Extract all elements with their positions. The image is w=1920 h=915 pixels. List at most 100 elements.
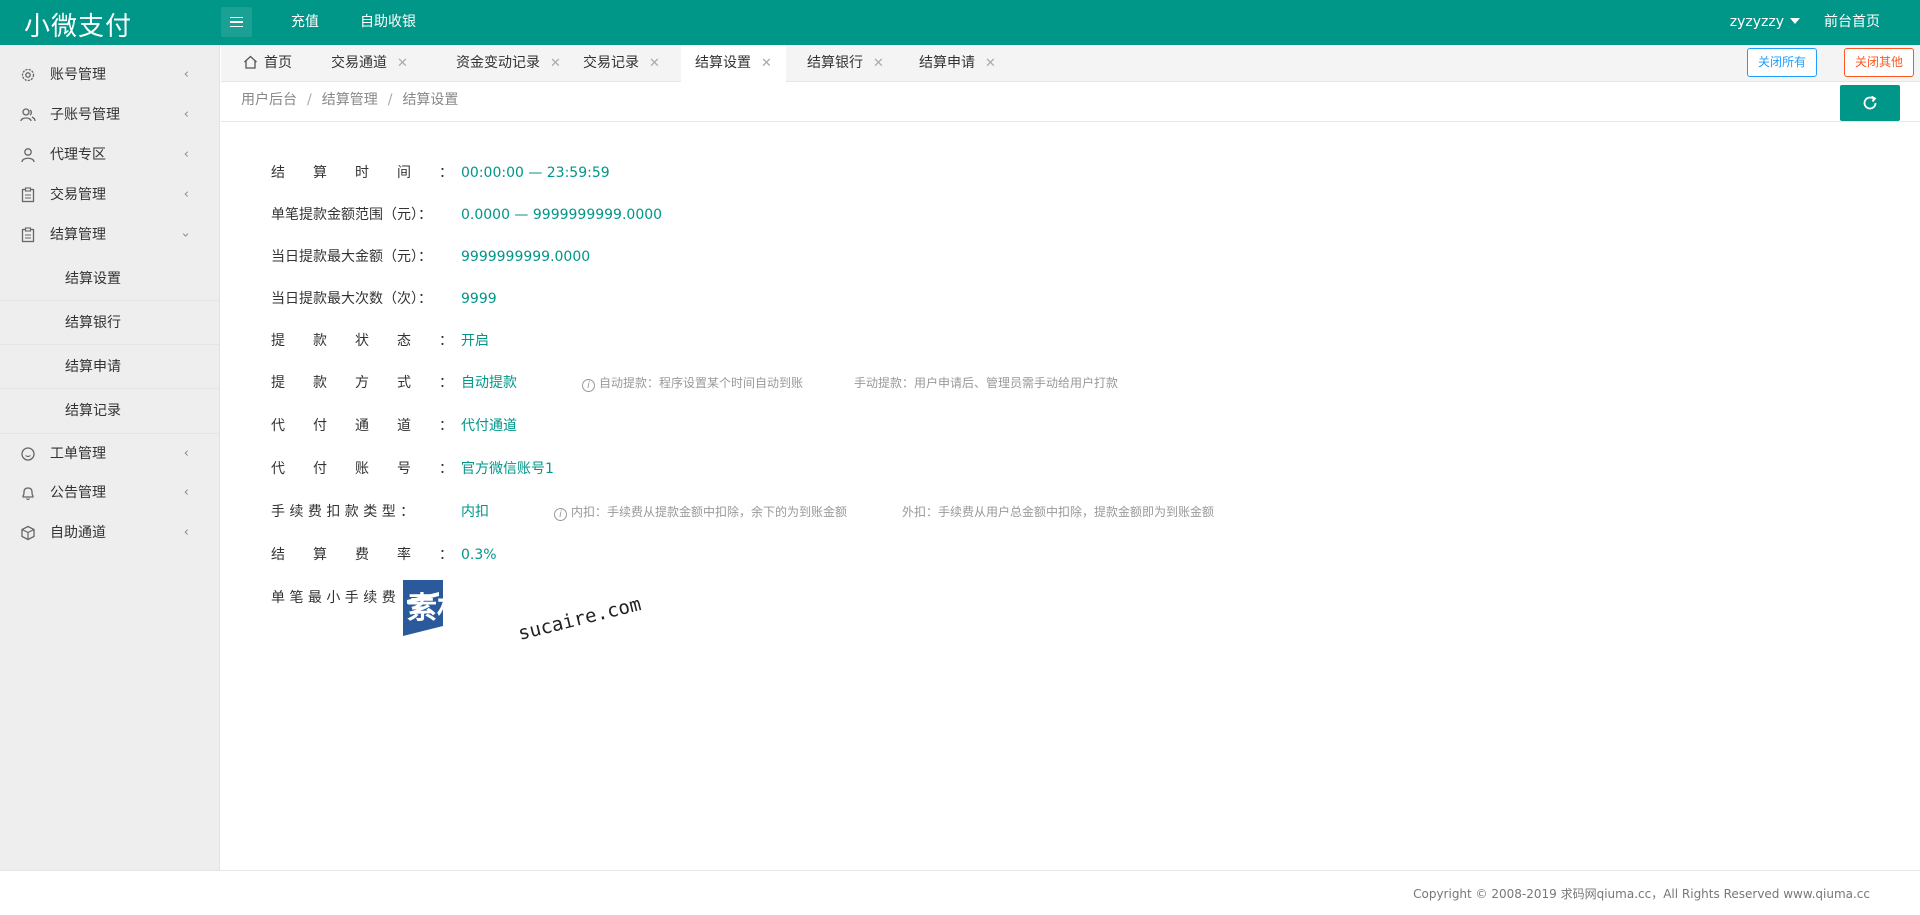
- bell-icon: [22, 487, 34, 501]
- row-fee-type: 手 续 费 扣 款 类 型 ： 内扣: [271, 502, 489, 522]
- close-icon[interactable]: ✕: [985, 56, 996, 71]
- field-label: 结 算 时 间 ：: [271, 165, 453, 181]
- users-icon: [20, 108, 36, 122]
- tab-trade-records[interactable]: 交易记录 ✕: [569, 45, 674, 82]
- hint-outer-fee: 外扣：手续费从用户总金额中扣除，提款金额即为到账金额: [902, 505, 1215, 519]
- row-daily-max-amount: 当日提款最大金额（元）： 9999999999.0000: [271, 247, 590, 267]
- tab-home[interactable]: 首页: [229, 45, 306, 82]
- close-icon[interactable]: ✕: [550, 56, 561, 71]
- chevron-left-icon: ‹: [183, 67, 189, 82]
- sidebar-subitem-apply[interactable]: 结算申请: [0, 345, 219, 389]
- copyright-text: Copyright © 2008-2019 求码网qiuma.cc，All Ri…: [1413, 887, 1870, 901]
- field-value: 9999999999.0000: [461, 249, 591, 265]
- home-icon: [244, 55, 257, 69]
- user-icon: [21, 148, 35, 163]
- settlement-submenu: 结算设置 结算银行 结算申请 结算记录: [0, 255, 219, 433]
- sidebar-item-agent[interactable]: 代理专区 ‹: [0, 135, 219, 175]
- hint-inner-fee: i 内扣：手续费从提款金额中扣除，余下的为到账金额: [554, 502, 847, 522]
- row-settle-rate: 结 算 费 率 ： 0.3%: [271, 545, 497, 565]
- row-settle-time: 结 算 时 间 ： 00:00:00 — 23:59:59: [271, 163, 610, 183]
- app-logo[interactable]: 小微支付: [24, 6, 132, 43]
- tabs-bar: 首页 交易通道 ✕ 资金变动记录 ✕ 交易记录 ✕ 结算设置 ✕ 结算银行 ✕ 结算申请 ✕…: [221, 45, 1920, 82]
- row-payout-channel: 代 付 通 道 ： 代付通道: [271, 416, 517, 436]
- tab-label: 交易通道: [331, 55, 387, 71]
- chevron-left-icon: ‹: [183, 525, 189, 540]
- field-label: 代 付 账 号 ：: [271, 461, 453, 477]
- breadcrumb-item[interactable]: 结算管理: [322, 92, 378, 108]
- sidebar: 账号管理 ‹ 子账号管理 ‹ 代理专区 ‹ 交易管理 ‹ 结算管理 ‹ 结算设置…: [0, 45, 220, 870]
- field-value: 9999: [461, 291, 497, 307]
- field-value: 官方微信账号1: [461, 461, 554, 477]
- close-icon[interactable]: ✕: [649, 56, 660, 71]
- row-daily-max-count: 当日提款最大次数（次）： 9999: [271, 289, 497, 309]
- sidebar-subitem-bank[interactable]: 结算银行: [0, 301, 219, 345]
- sidebar-item-label: 工单管理: [50, 446, 106, 462]
- svg-text:素材熱: 素材熱: [407, 591, 497, 626]
- username: zyzyzzy: [1729, 14, 1784, 30]
- settlement-settings-panel: 结 算 时 间 ： 00:00:00 — 23:59:59 单笔提款金额范围（元）…: [221, 123, 1920, 870]
- field-label: 提 款 方 式 ：: [271, 375, 453, 391]
- sidebar-subitem-settings[interactable]: 结算设置: [0, 257, 219, 301]
- user-menu[interactable]: zyzyzzy: [1730, 0, 1800, 45]
- sidebar-item-label: 结算管理: [50, 227, 106, 243]
- sidebar-item-trade[interactable]: 交易管理 ‹: [0, 175, 219, 215]
- close-all-button[interactable]: 关闭所有: [1746, 48, 1817, 77]
- tab-settlement-settings[interactable]: 结算设置 ✕: [681, 45, 786, 82]
- clipboard-icon: [21, 187, 35, 203]
- close-other-button[interactable]: 关闭其他: [1843, 48, 1914, 77]
- refresh-button[interactable]: [1840, 85, 1900, 121]
- field-value: 代付通道: [461, 418, 517, 434]
- row-withdraw-method: 提 款 方 式 ： 自动提款: [271, 373, 517, 393]
- chat-icon: [21, 447, 35, 461]
- breadcrumb-item[interactable]: 用户后台: [241, 92, 297, 108]
- breadcrumb-item: 结算设置: [402, 92, 459, 108]
- tab-settlement-bank[interactable]: 结算银行 ✕: [793, 45, 898, 82]
- tab-label: 结算银行: [807, 55, 863, 71]
- row-payout-account: 代 付 账 号 ： 官方微信账号1: [271, 459, 554, 479]
- breadcrumb: 用户后台 / 结算管理 / 结算设置: [241, 92, 459, 108]
- tab-label: 结算设置: [695, 55, 751, 71]
- menu-toggle-button[interactable]: [221, 7, 252, 37]
- row-withdraw-status: 提 款 状 态 ： 开启: [271, 331, 489, 351]
- tab-settlement-apply[interactable]: 结算申请 ✕: [905, 45, 1010, 82]
- sidebar-item-label: 子账号管理: [50, 107, 120, 123]
- sidebar-item-ticket[interactable]: 工单管理 ‹: [0, 433, 219, 473]
- footer: Copyright © 2008-2019 求码网qiuma.cc，All Ri…: [0, 870, 1920, 915]
- chevron-left-icon: ‹: [183, 446, 189, 461]
- nav-self-cashier[interactable]: 自助收银: [360, 0, 416, 45]
- tab-fund-changes[interactable]: 资金变动记录 ✕: [442, 45, 575, 82]
- close-icon[interactable]: ✕: [397, 56, 408, 71]
- top-header: 小微支付 充值 自助收银 zyzyzzy 前台首页: [0, 0, 1920, 45]
- sidebar-item-subaccount[interactable]: 子账号管理 ‹: [0, 95, 219, 135]
- sidebar-item-label: 公告管理: [50, 485, 106, 501]
- field-value: 自动提款: [461, 375, 517, 391]
- breadcrumb-bar: 用户后台 / 结算管理 / 结算设置: [221, 82, 1920, 122]
- field-label: 结 算 费 率 ：: [271, 547, 453, 563]
- svg-text:sucaire.com: sucaire.com: [516, 593, 643, 642]
- sidebar-item-account[interactable]: 账号管理 ‹: [0, 55, 219, 95]
- caret-down-icon: [1790, 18, 1800, 24]
- nav-recharge[interactable]: 充值: [291, 0, 319, 45]
- info-icon: i: [582, 379, 595, 392]
- info-icon: i: [554, 508, 567, 521]
- tab-label: 资金变动记录: [456, 55, 540, 71]
- field-label: 当日提款最大次数（次）：: [271, 291, 432, 307]
- close-icon[interactable]: ✕: [873, 56, 884, 71]
- front-home-link[interactable]: 前台首页: [1824, 0, 1880, 45]
- chevron-left-icon: ‹: [183, 485, 189, 500]
- box-icon: [21, 525, 35, 541]
- field-value: 0.3%: [461, 547, 497, 563]
- sidebar-subitem-records[interactable]: 结算记录: [0, 389, 219, 433]
- tab-trade-channel[interactable]: 交易通道 ✕: [317, 45, 422, 82]
- refresh-icon: [1863, 95, 1877, 110]
- close-icon[interactable]: ✕: [761, 56, 772, 71]
- sidebar-item-label: 代理专区: [50, 147, 106, 163]
- field-label: 提 款 状 态 ：: [271, 333, 453, 349]
- tab-label: 结算申请: [919, 55, 975, 71]
- sidebar-item-settlement[interactable]: 结算管理 ‹: [0, 215, 219, 255]
- sidebar-item-notice[interactable]: 公告管理 ‹: [0, 473, 219, 513]
- sidebar-item-self-channel[interactable]: 自助通道 ‹: [0, 513, 219, 553]
- hint-auto-withdraw: i 自动提款：程序设置某个时间自动到账: [582, 373, 803, 393]
- tab-label: 交易记录: [583, 55, 639, 71]
- chevron-left-icon: ‹: [183, 107, 189, 122]
